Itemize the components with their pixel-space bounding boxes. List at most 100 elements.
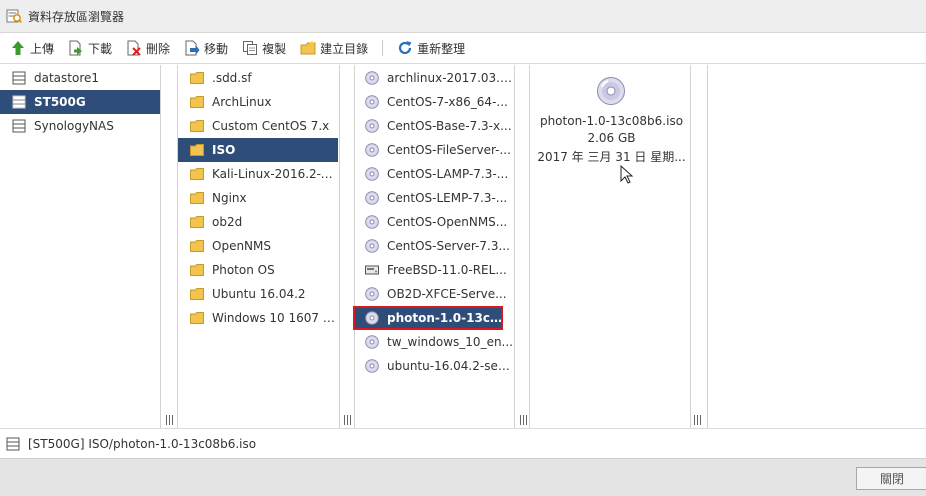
datastore-item[interactable]: SynologyNAS xyxy=(0,114,160,138)
disc-icon xyxy=(365,215,379,229)
status-bar: [ST500G] ISO/photon-1.0-13c08b6.iso xyxy=(0,428,926,458)
file-item[interactable]: FreeBSD-11.0-REL... xyxy=(353,258,513,282)
window-title: 資料存放區瀏覽器 xyxy=(28,9,125,24)
folder-item[interactable]: ArchLinux xyxy=(178,90,338,114)
disc-icon xyxy=(365,119,379,133)
datastore-icon xyxy=(12,71,26,85)
mouse-cursor-icon xyxy=(620,165,634,184)
folder-label: Kali-Linux-2016.2-v... xyxy=(212,167,338,181)
upload-icon xyxy=(12,41,24,55)
file-browser: datastore1 ST500G SynologyNAS .sdd.sf Arc… xyxy=(0,65,926,428)
folder-item[interactable]: OpenNMS xyxy=(178,234,338,258)
datastore-label: datastore1 xyxy=(34,71,100,85)
folder-label: ISO xyxy=(212,143,236,157)
upload-label: 上傳 xyxy=(30,41,55,56)
move-icon xyxy=(185,40,200,56)
column-resize-handle[interactable] xyxy=(690,412,704,428)
folder-label: ob2d xyxy=(212,215,243,229)
folder-icon xyxy=(190,120,204,132)
new-folder-button[interactable]: 建立目錄 xyxy=(300,40,368,57)
datastore-browser-icon xyxy=(6,9,22,24)
refresh-label: 重新整理 xyxy=(417,41,466,56)
copy-icon xyxy=(243,41,258,55)
disc-icon xyxy=(365,335,379,349)
file-item[interactable]: CentOS-FileServer-... xyxy=(353,138,513,162)
file-item[interactable]: CentOS-7-x86_64-... xyxy=(353,90,513,114)
file-item[interactable]: ubuntu-16.04.2-ser... xyxy=(353,354,513,378)
folder-item[interactable]: ob2d xyxy=(178,210,338,234)
file-item[interactable]: CentOS-OpenNMS... xyxy=(353,210,513,234)
folder-item[interactable]: Kali-Linux-2016.2-v... xyxy=(178,162,338,186)
folder-icon xyxy=(190,264,204,276)
folder-label: .sdd.sf xyxy=(212,71,252,85)
datastore-label: SynologyNAS xyxy=(34,119,114,133)
folder-icon xyxy=(190,312,204,324)
refresh-icon xyxy=(399,41,412,55)
copy-button[interactable]: 複製 xyxy=(242,40,286,57)
folder-icon xyxy=(190,216,204,228)
folder-icon xyxy=(190,192,204,204)
delete-button[interactable]: 刪除 xyxy=(126,40,170,57)
folder-label: ArchLinux xyxy=(212,95,272,109)
folder-label: OpenNMS xyxy=(212,239,271,253)
folder-icon xyxy=(190,96,204,108)
folder-item[interactable]: Ubuntu 16.04.2 xyxy=(178,282,338,306)
folder-label: Nginx xyxy=(212,191,247,205)
folder-icon xyxy=(190,288,204,300)
download-button[interactable]: 下載 xyxy=(68,40,112,57)
folder-item[interactable]: Photon OS xyxy=(178,258,338,282)
disc-icon xyxy=(365,191,379,205)
upload-button[interactable]: 上傳 xyxy=(10,40,54,57)
column-resize-handle[interactable] xyxy=(516,412,530,428)
folder-icon xyxy=(190,168,204,180)
file-label: CentOS-LAMP-7.3-... xyxy=(387,167,509,181)
download-icon xyxy=(69,40,83,56)
detail-date: 2017 年 三月 31 日 星期... xyxy=(537,150,686,164)
disc-icon xyxy=(365,359,379,373)
column-resize-handle[interactable] xyxy=(340,412,354,428)
folder-item[interactable]: .sdd.sf xyxy=(178,66,338,90)
file-item[interactable]: CentOS-Server-7.3... xyxy=(353,234,513,258)
close-button[interactable]: 關閉 xyxy=(856,467,926,490)
detail-size: 2.06 GB xyxy=(587,131,636,145)
folder-label: Ubuntu 16.04.2 xyxy=(212,287,306,301)
move-button[interactable]: 移動 xyxy=(184,40,228,57)
file-label: FreeBSD-11.0-REL... xyxy=(387,263,507,277)
disc-icon xyxy=(365,311,379,325)
datastore-icon xyxy=(6,437,20,450)
folder-item[interactable]: ISO xyxy=(178,138,338,162)
folder-item[interactable]: Custom CentOS 7.x xyxy=(178,114,338,138)
file-item[interactable]: photon-1.0-13c08b... xyxy=(353,306,503,330)
disc-icon xyxy=(365,143,379,157)
file-label: CentOS-FileServer-... xyxy=(387,143,511,157)
file-item[interactable]: CentOS-LEMP-7.3-... xyxy=(353,186,513,210)
column-resize-handle[interactable] xyxy=(162,412,176,428)
file-item[interactable]: CentOS-Base-7.3-x... xyxy=(353,114,513,138)
copy-label: 複製 xyxy=(262,41,287,56)
file-item[interactable]: OB2D-XFCE-Serve... xyxy=(353,282,513,306)
folder-column: .sdd.sf ArchLinux Custom CentOS 7.x ISO Kali… xyxy=(178,65,351,428)
file-label: CentOS-OpenNMS... xyxy=(387,215,508,229)
folder-item[interactable]: Windows 10 1607 1... xyxy=(178,306,338,330)
folder-icon xyxy=(190,72,204,84)
datastore-item[interactable]: datastore1 xyxy=(0,66,160,90)
datastore-item[interactable]: ST500G xyxy=(0,90,160,114)
file-item[interactable]: tw_windows_10_en... xyxy=(353,330,513,354)
folder-label: Custom CentOS 7.x xyxy=(212,119,330,133)
selected-path: [ST500G] ISO/photon-1.0-13c08b6.iso xyxy=(28,436,257,451)
delete-icon xyxy=(127,40,141,56)
new-folder-icon xyxy=(300,40,316,55)
folder-item[interactable]: Nginx xyxy=(178,186,338,210)
file-label: CentOS-7-x86_64-... xyxy=(387,95,508,109)
disc-icon xyxy=(365,71,379,85)
refresh-button[interactable]: 重新整理 xyxy=(397,40,465,57)
folder-label: Photon OS xyxy=(212,263,275,277)
disc-icon xyxy=(597,77,625,105)
file-item[interactable]: CentOS-LAMP-7.3-... xyxy=(353,162,513,186)
toolbar: 上傳 下載 刪除 移動 複製 建立目錄 重新整理 xyxy=(0,33,926,64)
datastore-label: ST500G xyxy=(34,95,86,109)
file-label: CentOS-LEMP-7.3-... xyxy=(387,191,508,205)
file-item[interactable]: archlinux-2017.03.0... xyxy=(353,66,513,90)
disc-icon xyxy=(365,167,379,181)
new-folder-label: 建立目錄 xyxy=(320,41,369,56)
